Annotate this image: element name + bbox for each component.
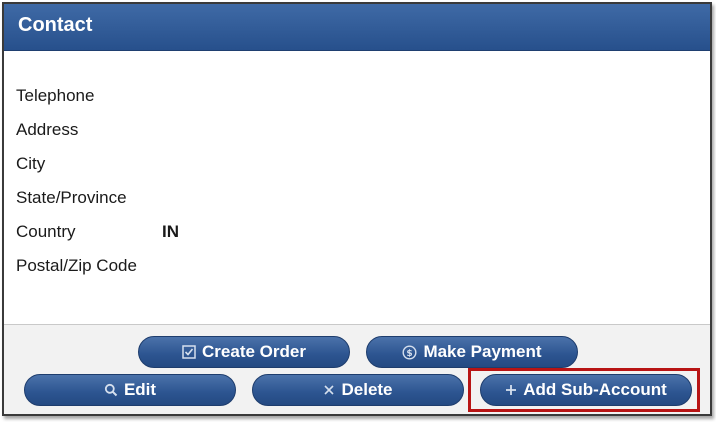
- svg-text:$: $: [407, 349, 413, 359]
- field-label-city: City: [16, 154, 46, 173]
- field-label-telephone: Telephone: [16, 86, 95, 105]
- checkbox-icon: [182, 345, 196, 359]
- delete-button[interactable]: Delete: [252, 374, 464, 406]
- create-order-label: Create Order: [202, 342, 306, 361]
- field-label-state: State/Province: [16, 188, 127, 207]
- field-label-address: Address: [16, 120, 79, 139]
- contact-panel: Contact Telephone Address City State/Pro…: [2, 2, 712, 416]
- create-order-button[interactable]: Create Order: [138, 336, 350, 368]
- field-label-country: Country: [16, 222, 76, 241]
- highlight-box: [468, 368, 700, 412]
- close-icon: [323, 384, 335, 396]
- field-label-postal-code: Postal/Zip Code: [16, 256, 137, 275]
- edit-button[interactable]: Edit: [24, 374, 236, 406]
- delete-label: Delete: [341, 380, 393, 399]
- dollar-circle-icon: $: [402, 344, 417, 360]
- panel-title: Contact: [18, 14, 93, 36]
- make-payment-label: Make Payment: [423, 342, 542, 361]
- make-payment-button[interactable]: $ Make Payment: [366, 336, 578, 368]
- field-value-country: IN: [162, 222, 179, 241]
- panel-header: Contact: [4, 4, 710, 51]
- edit-label: Edit: [123, 380, 157, 399]
- search-icon: [104, 383, 118, 397]
